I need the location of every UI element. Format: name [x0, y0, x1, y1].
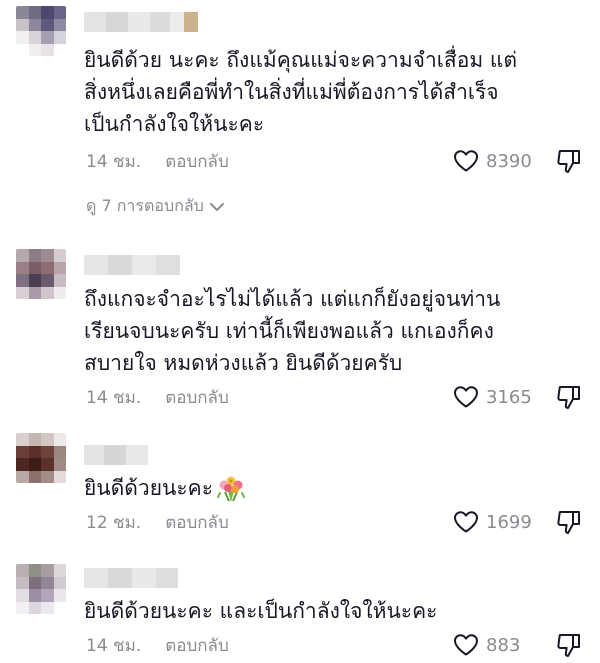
- comment-meta: 12 ชม. ตอบกลับ: [86, 510, 229, 534]
- thumbs-down-outline-icon: [557, 386, 580, 409]
- username-blurred[interactable]: [84, 445, 148, 465]
- comment-actions: 883: [453, 630, 582, 660]
- comment-text: ยินดีด้วยนะคะ และเป็นกำลังใจให้นะคะ: [84, 599, 438, 623]
- like-count: 3165: [486, 386, 532, 408]
- comment-text: ยินดีด้วยนะคะ: [84, 472, 584, 504]
- heart-outline-icon: [454, 386, 478, 408]
- heart-outline-icon: [454, 150, 478, 172]
- comment-time: 14 ชม.: [86, 635, 142, 656]
- comment-meta: 14 ชม. ตอบกลับ: [86, 385, 229, 409]
- comment-time: 14 ชม.: [86, 387, 142, 408]
- reply-button[interactable]: ตอบกลับ: [165, 384, 229, 411]
- dislike-button[interactable]: [556, 509, 582, 535]
- thumbs-down-outline-icon: [557, 150, 580, 173]
- dislike-button[interactable]: [556, 632, 582, 658]
- comment-meta: 14 ชม. ตอบกลับ: [86, 149, 229, 173]
- view-replies-button[interactable]: ดู 7 การตอบกลับ: [86, 194, 226, 219]
- avatar[interactable]: [16, 6, 66, 56]
- like-count: 1699: [486, 511, 532, 533]
- username-blurred[interactable]: [84, 568, 178, 588]
- heart-outline-icon: [454, 634, 478, 656]
- dislike-button[interactable]: [556, 384, 582, 410]
- comment-actions: 3165: [453, 382, 582, 412]
- like-button[interactable]: 1699: [453, 510, 538, 534]
- comment-time: 12 ชม.: [86, 512, 142, 533]
- comment-meta: 14 ชม. ตอบกลับ: [86, 633, 229, 657]
- comment-text-content: ยินดีด้วยนะคะ: [84, 476, 213, 500]
- like-button[interactable]: 8390: [453, 149, 538, 173]
- reply-button[interactable]: ตอบกลับ: [165, 148, 229, 175]
- avatar[interactable]: [16, 433, 66, 483]
- reply-button[interactable]: ตอบกลับ: [165, 632, 229, 659]
- dislike-button[interactable]: [556, 148, 582, 174]
- like-button[interactable]: 883: [453, 633, 538, 657]
- username-blurred[interactable]: [84, 12, 198, 32]
- heart-outline-icon: [454, 511, 478, 533]
- like-count: 8390: [486, 150, 532, 172]
- thumbs-down-outline-icon: [557, 634, 580, 657]
- like-count: 883: [486, 634, 521, 656]
- reply-button[interactable]: ตอบกลับ: [165, 509, 229, 536]
- comment-text: ยินดีด้วย นะคะ ถึงแม้คุณแม่จะความจำเสื่อ…: [84, 48, 518, 136]
- comment-actions: 1699: [453, 507, 582, 537]
- like-button[interactable]: 3165: [453, 385, 538, 409]
- chevron-down-icon: [209, 202, 224, 211]
- comment-text: ถึงแกจะจำอะไรไม่ได้แล้ว แต่แกก็ยังอยู่จน…: [84, 287, 501, 375]
- avatar[interactable]: [16, 564, 66, 614]
- comment-time: 14 ชม.: [86, 151, 142, 172]
- avatar[interactable]: [16, 249, 66, 299]
- view-replies-label: ดู 7 การตอบกลับ: [86, 196, 204, 215]
- thumbs-down-outline-icon: [557, 511, 580, 534]
- username-blurred[interactable]: [84, 255, 180, 275]
- comment-actions: 8390: [453, 146, 582, 176]
- bouquet-emoji: [217, 476, 245, 502]
